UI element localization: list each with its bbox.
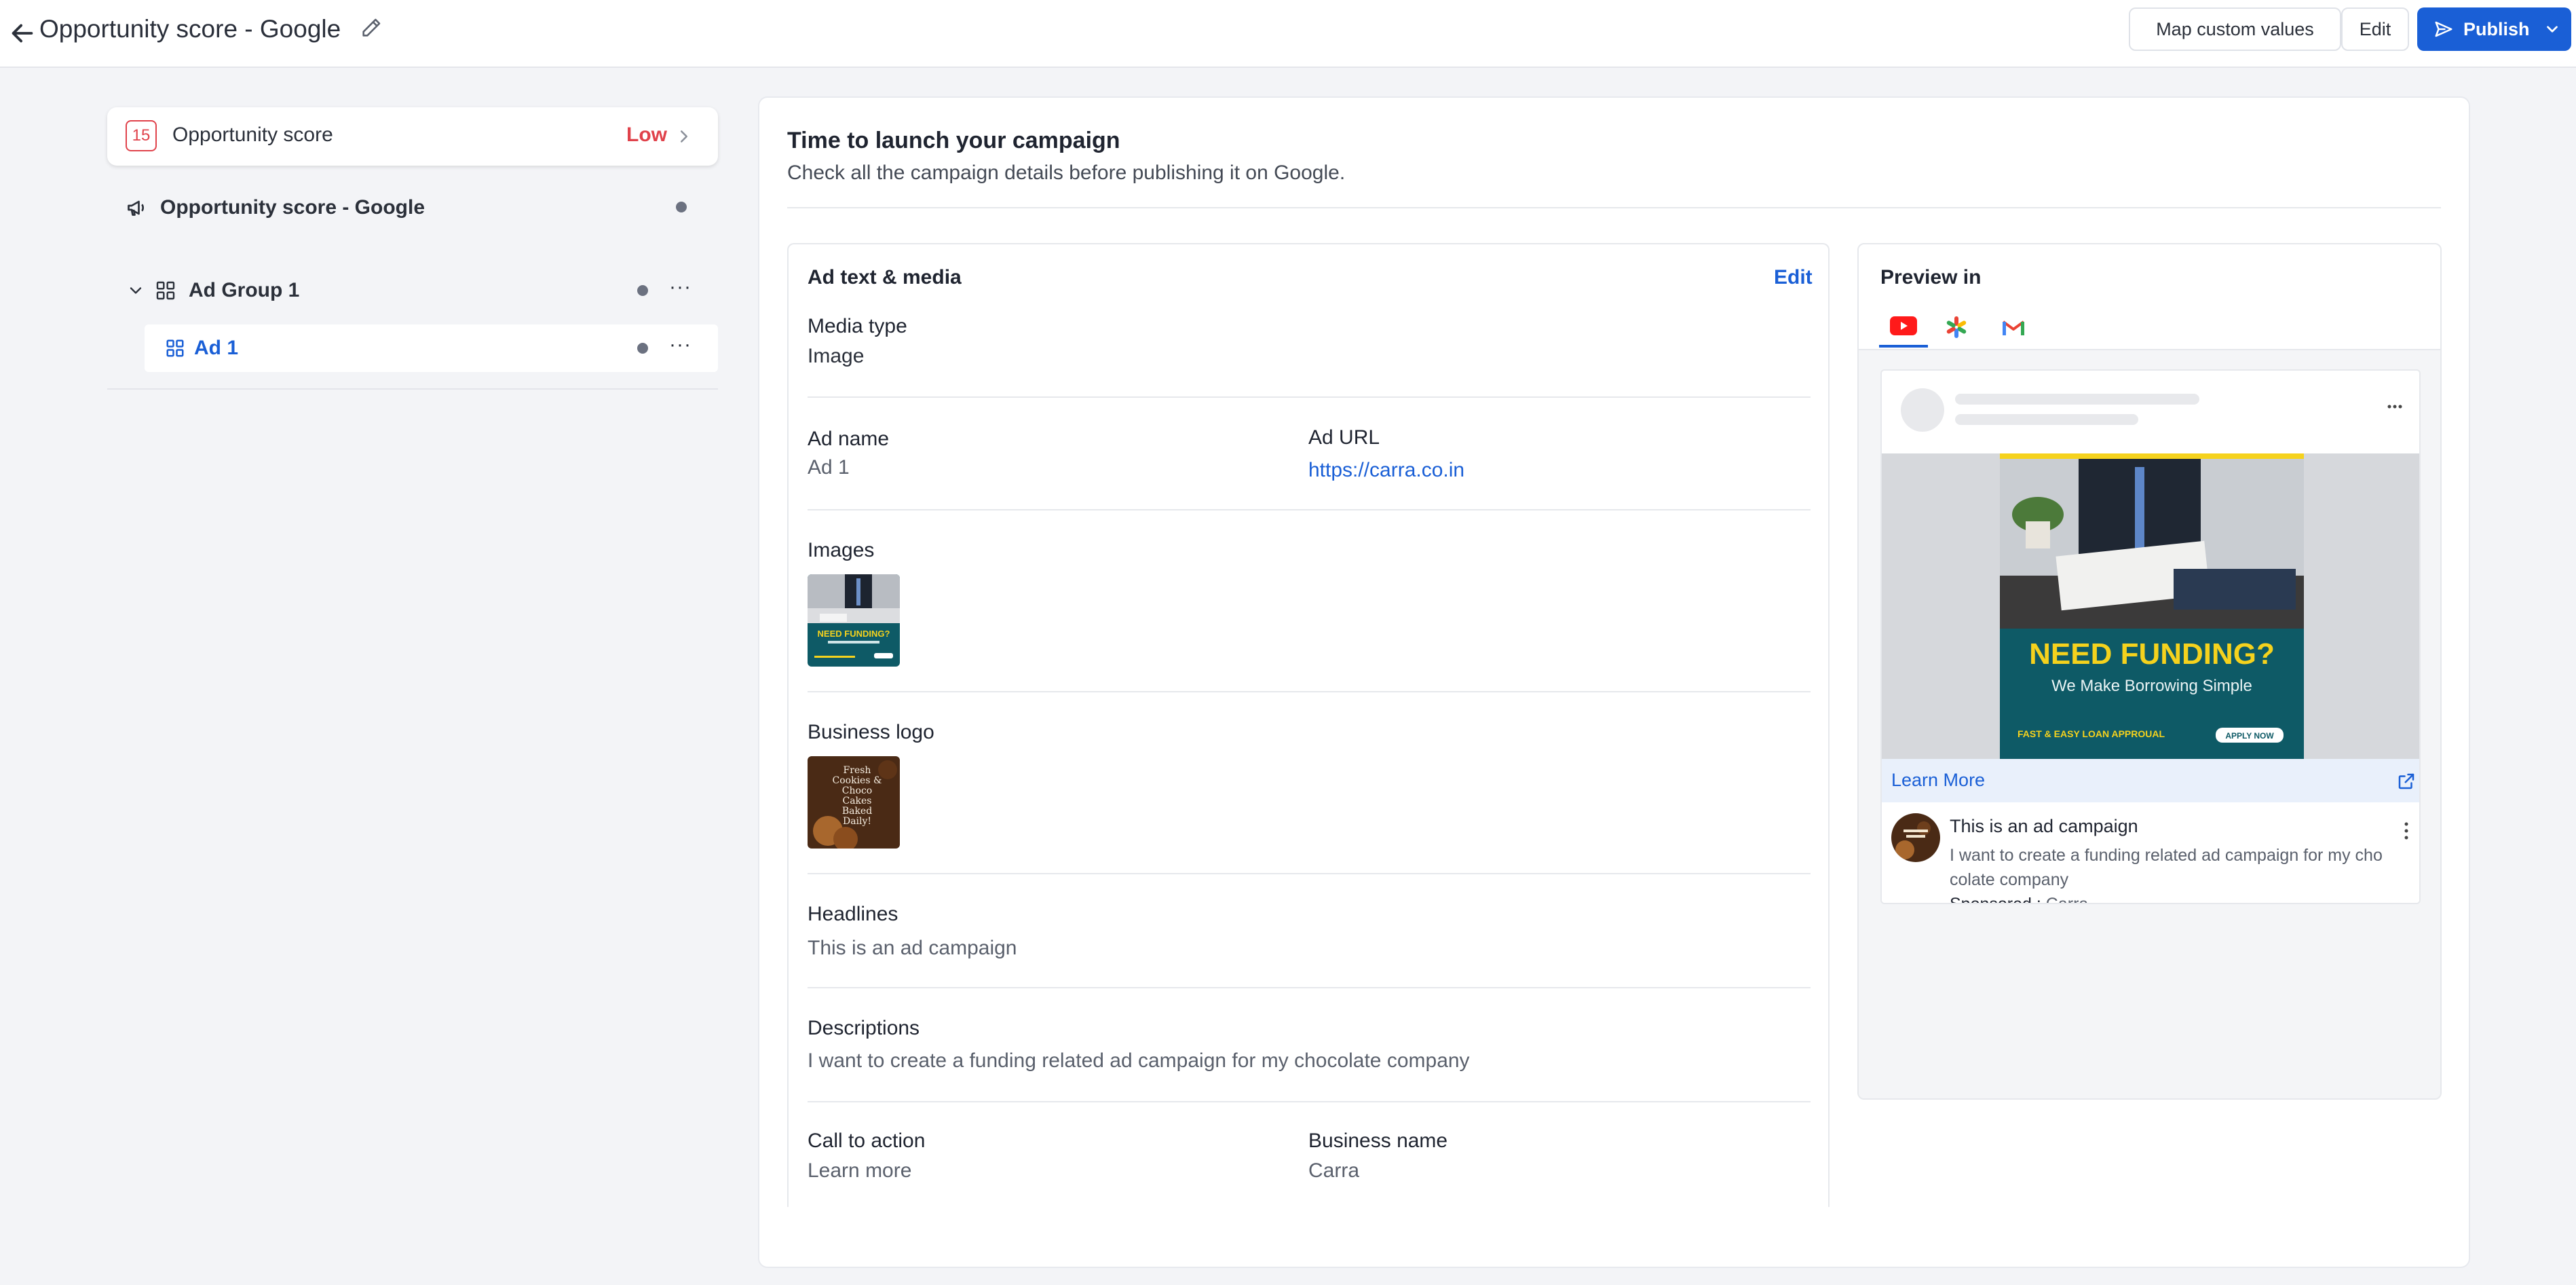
ad-preview: NEED FUNDING? We Make Borrowing Simple F… (1880, 369, 2421, 904)
edit-ad-details-link[interactable]: Edit (1774, 266, 1813, 289)
business-logo-thumbnail[interactable]: Fresh Cookies & Choco Cakes Baked Daily! (808, 756, 900, 849)
status-dot (637, 285, 648, 296)
score-badge: 15 (126, 120, 157, 151)
map-custom-values-button[interactable]: Map custom values (2129, 7, 2341, 51)
field-divider (808, 987, 1811, 988)
score-label: Opportunity score (172, 124, 333, 146)
preview-title: Preview in (1880, 266, 1982, 288)
tab-youtube[interactable] (1879, 307, 1928, 348)
learn-more-bar[interactable]: Learn More (1882, 759, 2419, 802)
back-arrow-icon[interactable] (7, 18, 38, 49)
more-vertical-icon[interactable] (2403, 821, 2410, 840)
ad-group-tree-item[interactable]: Ad Group 1 ··· (107, 272, 718, 310)
business-logo-label: Business logo (808, 721, 934, 743)
field-divider (808, 873, 1811, 874)
publish-button[interactable]: Publish (2417, 7, 2571, 51)
ad-name-label: Ad name (808, 428, 890, 450)
tab-gmail[interactable] (1989, 307, 2038, 348)
status-dot (637, 343, 648, 354)
skeleton-line (1955, 394, 2199, 405)
ad-banner-image[interactable]: NEED FUNDING? We Make Borrowing Simple F… (1882, 453, 2419, 759)
thumb-headline: NEED FUNDING? (818, 629, 890, 639)
chevron-down-icon[interactable] (2543, 20, 2561, 38)
banner-subline: We Make Borrowing Simple (2051, 677, 2252, 695)
banner-footer: FAST & EASY LOAN APPROUAL (2018, 728, 2165, 739)
ad-url-label: Ad URL (1308, 426, 1380, 449)
youtube-icon (1890, 316, 1917, 335)
preview-card: Preview in NEED FUNDING? We Make Borrowi… (1857, 243, 2442, 1100)
megaphone-icon (128, 200, 145, 216)
skeleton-line (1955, 414, 2138, 425)
grid-icon (166, 339, 184, 357)
chevron-down-icon[interactable] (126, 281, 145, 300)
business-name-label: Business name (1308, 1130, 1448, 1152)
more-options-button[interactable]: ··· (669, 276, 692, 299)
status-dot (676, 202, 687, 212)
images-label: Images (808, 539, 875, 561)
campaign-label: Opportunity score - Google (160, 196, 425, 219)
ad-url-link[interactable]: https://carra.co.in (1308, 459, 1464, 482)
field-divider (808, 509, 1811, 510)
skeleton-avatar (1901, 388, 1944, 432)
call-to-action-value: Learn more (808, 1159, 912, 1182)
field-divider (808, 396, 1811, 398)
banner-headline: NEED FUNDING? (2029, 637, 2275, 671)
google-discover-icon (1946, 316, 1967, 338)
tab-google-discover[interactable] (1932, 307, 1981, 348)
top-header: Opportunity score - Google Map custom va… (0, 0, 2576, 68)
more-options-button[interactable]: ··· (669, 333, 692, 356)
pencil-icon[interactable] (360, 16, 383, 39)
media-type-value: Image (808, 345, 865, 367)
grid-icon (156, 281, 175, 300)
launch-title: Time to launch your campaign (787, 128, 1120, 153)
more-horizontal-icon[interactable] (2387, 403, 2403, 410)
ad-label: Ad 1 (194, 337, 239, 359)
business-name-value: Carra (1308, 1159, 1360, 1182)
sponsored-label: Sponsored : (1950, 895, 2041, 904)
advertiser-avatar (1891, 813, 1940, 862)
chevron-right-icon (681, 130, 687, 143)
launch-subtitle: Check all the campaign details before pu… (787, 162, 1346, 184)
learn-more-link[interactable]: Learn More (1891, 770, 1985, 791)
descriptions-label: Descriptions (808, 1017, 920, 1039)
external-link-icon[interactable] (2396, 771, 2417, 792)
preview-ad-description: I want to create a funding related ad ca… (1950, 846, 2383, 889)
sidebar-divider (107, 388, 718, 390)
ad-text-media-title: Ad text & media (808, 266, 962, 288)
gmail-icon (2002, 320, 2025, 335)
logo-text: Fresh Cookies & Choco Cakes Baked Daily! (832, 766, 882, 827)
sponsor-name: Carra (2045, 895, 2089, 904)
opportunity-score-card[interactable]: 15 Opportunity score Low (107, 107, 718, 166)
headlines-value: This is an ad campaign (808, 937, 1017, 959)
media-type-label: Media type (808, 315, 907, 337)
banner-cta: APPLY NOW (2225, 731, 2274, 741)
ad-name-value: Ad 1 (808, 456, 850, 479)
field-divider (808, 691, 1811, 692)
field-divider (808, 1101, 1811, 1102)
image-thumbnail[interactable]: NEED FUNDING? (808, 574, 900, 667)
sponsored-line: Sponsored : Carra (1950, 895, 2089, 904)
section-divider (787, 207, 2441, 208)
score-level-badge: Low (626, 124, 667, 146)
send-icon (2435, 21, 2452, 37)
ad-details-card: Ad text & media Edit Media type Image Ad… (787, 243, 1830, 1207)
descriptions-value: I want to create a funding related ad ca… (808, 1049, 1470, 1072)
page-title: Opportunity score - Google (39, 15, 341, 43)
edit-button[interactable]: Edit (2341, 7, 2409, 51)
ad-group-label: Ad Group 1 (189, 279, 300, 301)
ad-tree-item[interactable]: Ad 1 ··· (145, 324, 718, 372)
preview-ad-title: This is an ad campaign (1950, 816, 2138, 836)
campaign-tree-item[interactable]: Opportunity score - Google (107, 190, 718, 224)
headlines-label: Headlines (808, 903, 898, 925)
publish-label: Publish (2463, 18, 2530, 39)
call-to-action-label: Call to action (808, 1130, 926, 1152)
